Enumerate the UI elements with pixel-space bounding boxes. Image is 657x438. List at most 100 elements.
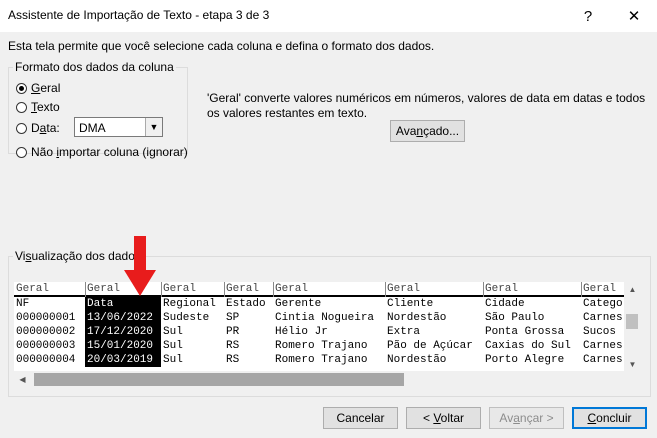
- preview-cell: SP: [226, 312, 240, 324]
- back-button[interactable]: < Voltar: [406, 407, 481, 429]
- column-format-header[interactable]: Geral: [14, 282, 85, 297]
- column-format-header[interactable]: Geral: [581, 282, 624, 297]
- preview-cell: Sul: [163, 340, 183, 352]
- finish-button-label: Concluir: [587, 411, 632, 425]
- preview-cell: 15/01/2020: [85, 339, 161, 353]
- preview-cell: Carnes: [583, 340, 623, 352]
- preview-cell: Cintia Nogueira: [275, 312, 375, 324]
- column-format-legend: Formato dos dados da coluna: [15, 60, 174, 74]
- title-bar: Assistente de Importação de Texto - etap…: [0, 0, 657, 32]
- vertical-scroll-thumb[interactable]: [626, 314, 638, 329]
- preview-cell: Caxias do Sul: [485, 340, 571, 352]
- column-format-header[interactable]: Geral: [161, 282, 224, 297]
- preview-cell: Hélio Jr: [275, 326, 328, 338]
- preview-cell: Ponta Grossa: [485, 326, 565, 338]
- cancel-button[interactable]: Cancelar: [323, 407, 398, 429]
- radio-texto[interactable]: Texto: [16, 100, 60, 114]
- vertical-scrollbar[interactable]: ▲ ▼: [624, 282, 641, 371]
- date-format-select[interactable]: DMA ▼: [74, 117, 163, 137]
- help-icon: ?: [583, 7, 593, 25]
- preview-cell: Sucos: [583, 326, 617, 338]
- preview-cell: Romero Trajano: [275, 340, 368, 352]
- column-separator: [385, 282, 386, 297]
- preview-cell: Extra: [387, 326, 421, 338]
- chevron-down-icon[interactable]: ▼: [145, 118, 162, 136]
- window-title: Assistente de Importação de Texto - etap…: [8, 8, 270, 22]
- radio-geral[interactable]: Geral: [16, 81, 60, 95]
- preview-column[interactable]: Geral NF 000000001 000000002 000000003 000000…: [14, 282, 85, 371]
- preview-cell: Cliente: [387, 298, 434, 310]
- next-button-label: Avançar >: [499, 411, 554, 425]
- advanced-button-label: Avançado...: [395, 124, 460, 138]
- preview-cell: Sudeste: [163, 312, 210, 324]
- column-format-header[interactable]: Geral: [273, 282, 385, 297]
- preview-cell: Nordestão: [387, 312, 447, 324]
- column-format-header[interactable]: Geral: [385, 282, 483, 297]
- next-button[interactable]: Avançar >: [489, 407, 564, 429]
- close-button[interactable]: ✕: [611, 0, 657, 32]
- radio-texto-icon[interactable]: [16, 101, 27, 113]
- preview-cell: Regional: [163, 298, 216, 310]
- preview-column[interactable]: Geral Gerente Cintia Nogueira Hélio Jr Romer…: [273, 282, 385, 371]
- scroll-up-icon[interactable]: ▲: [624, 282, 641, 296]
- preview-column[interactable]: Geral Regional Sudeste Sul Sul Sul: [161, 282, 224, 371]
- horizontal-scroll-thumb[interactable]: [34, 373, 404, 386]
- preview-cell: NF: [16, 298, 30, 310]
- preview-cell: PR: [226, 326, 240, 338]
- column-separator: [273, 282, 274, 297]
- column-separator: [85, 282, 86, 297]
- radio-texto-label: Texto: [31, 100, 60, 114]
- horizontal-scrollbar[interactable]: ◀: [14, 371, 624, 388]
- cancel-button-label: Cancelar: [336, 411, 385, 425]
- scroll-left-icon[interactable]: ◀: [14, 371, 31, 388]
- finish-button[interactable]: Concluir: [572, 407, 647, 429]
- preview-column[interactable]: Geral Cliente Nordestão Extra Pão de Açúcar N…: [385, 282, 483, 371]
- format-description: 'Geral' converte valores numéricos em nú…: [207, 91, 646, 120]
- preview-cell: Pão de Açúcar: [387, 340, 473, 352]
- help-button[interactable]: ?: [565, 0, 611, 32]
- radio-nao-importar[interactable]: Não importar coluna (ignorar): [16, 145, 188, 159]
- preview-cell: Romero Trajano: [275, 354, 368, 366]
- preview-cell: 13/06/2022: [85, 311, 161, 325]
- radio-geral-label: Geral: [31, 81, 61, 95]
- preview-cell: Sul: [163, 354, 183, 366]
- radio-nao-importar-icon[interactable]: [16, 146, 27, 158]
- preview-cell: São Paulo: [485, 312, 545, 324]
- column-separator: [161, 282, 162, 297]
- preview-cell: Catego: [583, 298, 623, 310]
- preview-cell: 000000003: [16, 340, 76, 352]
- column-format-header[interactable]: Geral: [224, 282, 273, 297]
- radio-data[interactable]: Data:: [16, 121, 60, 135]
- intro-text: Esta tela permite que você selecione cad…: [8, 39, 435, 53]
- date-format-value: DMA: [79, 121, 106, 135]
- preview-cell: 17/12/2020: [85, 325, 161, 339]
- radio-data-label: Data:: [31, 121, 60, 135]
- scroll-corner: [624, 371, 641, 388]
- data-preview-grid[interactable]: Geral NF 000000001 000000002 000000003 000000…: [14, 282, 624, 371]
- radio-data-icon[interactable]: [16, 122, 27, 134]
- radio-geral-icon[interactable]: [16, 82, 27, 94]
- preview-cell: 000000001: [16, 312, 76, 324]
- preview-cell: Carnes: [583, 312, 623, 324]
- preview-cell: Estado: [226, 298, 266, 310]
- close-icon: ✕: [627, 8, 641, 25]
- column-separator: [224, 282, 225, 297]
- preview-cell: RS: [226, 354, 240, 366]
- preview-cell: Sul: [163, 326, 183, 338]
- preview-column[interactable]: Geral Cidade São Paulo Ponta Grossa Caxias d…: [483, 282, 581, 371]
- radio-nao-importar-label: Não importar coluna (ignorar): [31, 145, 188, 159]
- preview-cell: Data: [85, 297, 161, 311]
- preview-cell: RS: [226, 340, 240, 352]
- column-format-header[interactable]: Geral: [483, 282, 581, 297]
- advanced-button[interactable]: Avançado...: [390, 120, 465, 142]
- red-down-arrow-icon: [124, 236, 156, 296]
- preview-column[interactable]: Geral Catego Carnes Sucos Carnes Carnes: [581, 282, 624, 371]
- preview-column[interactable]: Geral Estado SP PR RS RS: [224, 282, 273, 371]
- column-separator: [483, 282, 484, 297]
- preview-cell: Gerente: [275, 298, 322, 310]
- column-separator: [581, 282, 582, 297]
- preview-cell: 000000004: [16, 354, 76, 366]
- scroll-down-icon[interactable]: ▼: [624, 357, 641, 371]
- back-button-label: < Voltar: [422, 411, 465, 425]
- preview-cell: Cidade: [485, 298, 525, 310]
